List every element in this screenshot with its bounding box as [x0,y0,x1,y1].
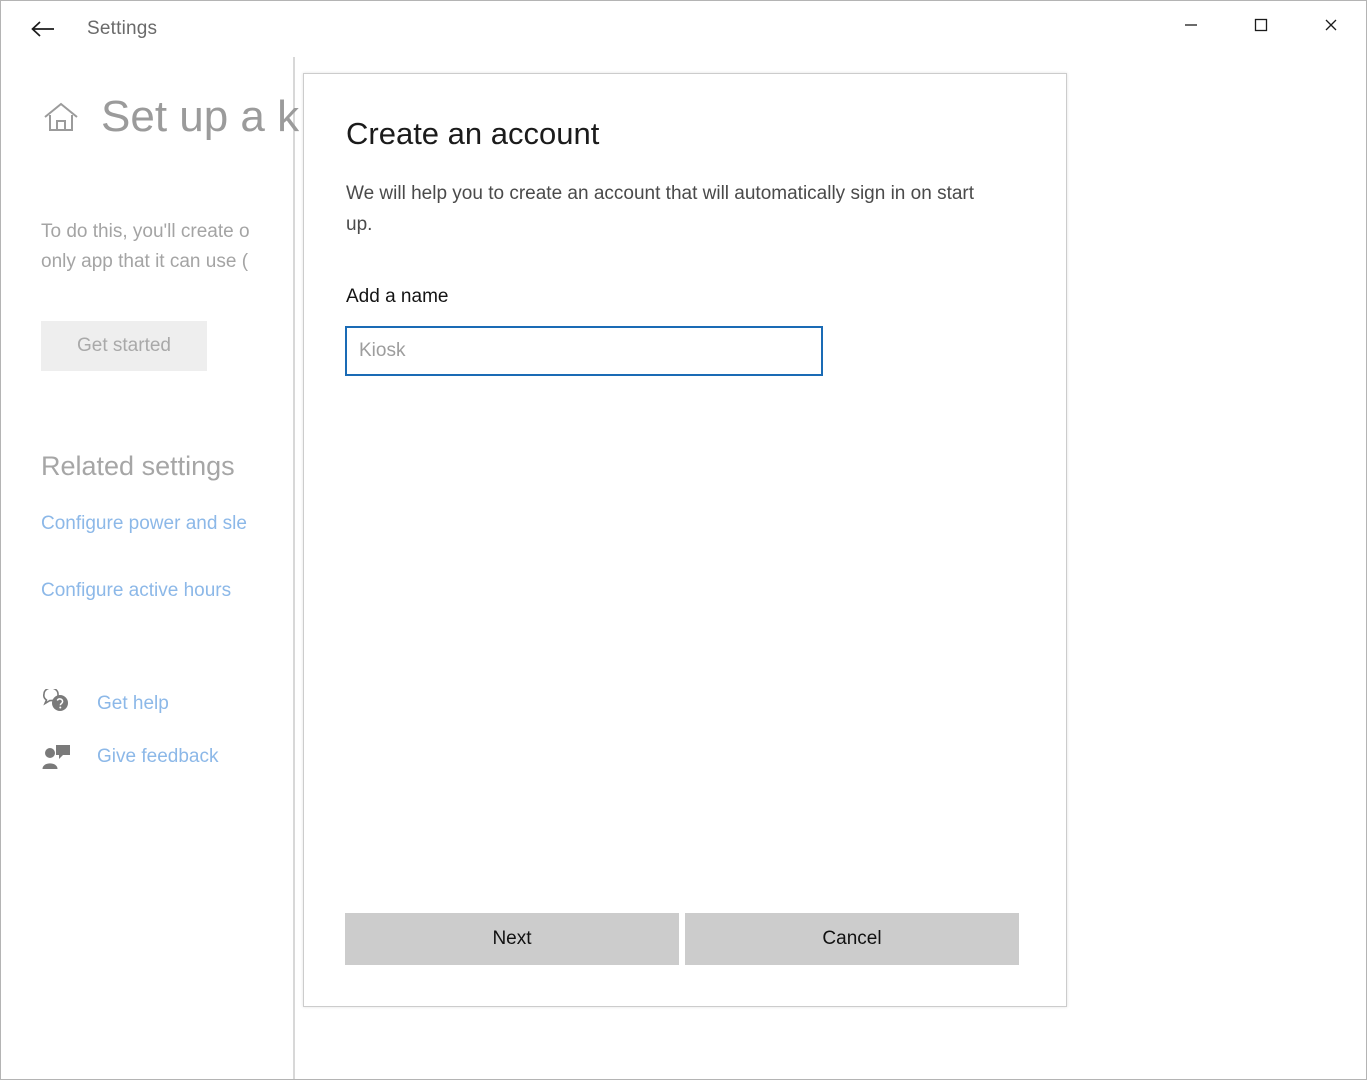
get-help-link[interactable]: Get help [41,689,169,719]
minimize-icon [1182,16,1200,34]
dialog-button-row: Next Cancel [345,913,1019,965]
title-bar: Settings [1,1,1366,57]
help-bubble-icon [41,689,77,719]
link-configure-active-hours[interactable]: Configure active hours [41,580,231,602]
minimize-button[interactable] [1156,1,1226,48]
maximize-icon [1252,16,1270,34]
give-feedback-label: Give feedback [97,746,218,768]
create-account-dialog: Create an account We will help you to cr… [303,73,1067,1007]
account-name-input[interactable] [345,326,823,376]
get-started-button[interactable]: Get started [41,321,207,371]
close-button[interactable] [1296,1,1366,48]
back-button[interactable] [19,9,67,49]
close-icon [1322,16,1340,34]
cancel-button[interactable]: Cancel [685,913,1019,965]
dialog-title: Create an account [346,116,599,152]
get-help-label: Get help [97,693,169,715]
back-arrow-icon [30,19,56,39]
page-title: Set up a k [101,95,299,139]
home-icon[interactable] [41,99,81,135]
feedback-person-icon [41,742,77,772]
maximize-button[interactable] [1226,1,1296,48]
content-divider [293,57,295,1080]
link-configure-power-and-sleep[interactable]: Configure power and sle [41,513,247,535]
window-controls [1156,1,1366,48]
give-feedback-link[interactable]: Give feedback [41,742,218,772]
next-button[interactable]: Next [345,913,679,965]
add-a-name-label: Add a name [346,286,448,308]
page-header: Set up a k [41,95,299,139]
settings-window: Settings [0,0,1367,1080]
related-settings-heading: Related settings [41,451,235,482]
dialog-subtitle: We will help you to create an account th… [346,178,994,240]
title-bar-label: Settings [87,18,157,40]
